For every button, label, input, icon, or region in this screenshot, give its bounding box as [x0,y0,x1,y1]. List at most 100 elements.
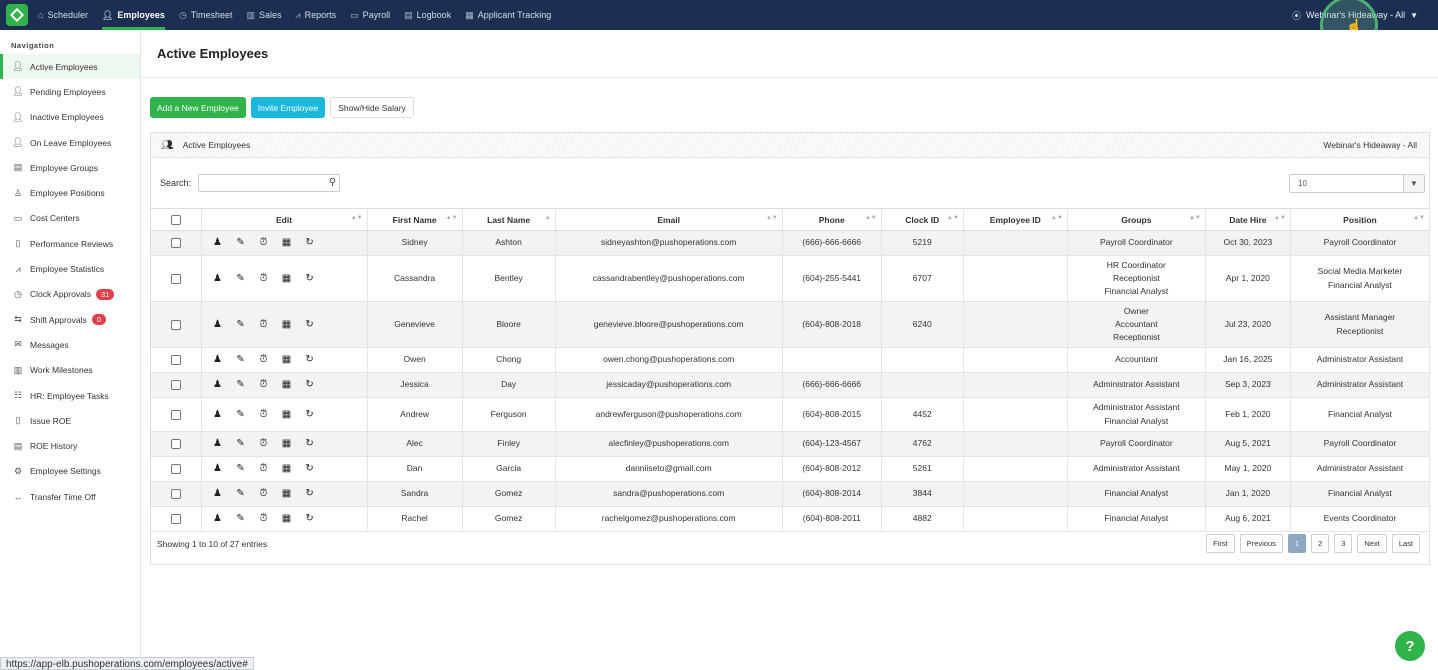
refresh-icon[interactable]: ↻ [303,462,317,475]
nav-sales[interactable]: ▥ Sales [246,0,281,30]
search-icon[interactable]: ⚲ [329,177,336,188]
row-checkbox[interactable] [170,464,181,475]
nav-scheduler[interactable]: ⌂ Scheduler [38,0,88,30]
nav-reports[interactable]: ⩘ Reports [296,0,337,30]
sidebar-item-cost-centers[interactable]: ▭ Cost Centers [0,206,140,231]
sidebar-item-messages[interactable]: ✉ Messages [0,332,140,357]
column-header-edit[interactable]: Edit ▲▼ [201,208,368,231]
row-checkbox[interactable] [170,439,181,450]
alarm-clock-icon[interactable]: ⏰︎ [257,408,271,421]
alarm-clock-icon[interactable]: ⏰︎ [257,236,271,249]
nav-applicant-tracking[interactable]: ▦ Applicant Tracking [465,0,551,30]
page-first-button[interactable]: First [1206,534,1235,553]
pencil-icon[interactable]: ✎ [234,408,248,421]
column-header-last-name[interactable]: Last Name ▲ [462,208,556,231]
calendar-icon[interactable]: ▦ [280,512,294,525]
employee-profile-icon[interactable]: ♟ [211,462,225,475]
sidebar-item-issue-roe[interactable]: ▯ Issue ROE [0,408,140,433]
select-all-checkbox[interactable] [170,214,181,225]
app-logo[interactable] [6,4,28,26]
sidebar-item-employee-groups[interactable]: ▤ Employee Groups [0,155,140,180]
sidebar-item-employee-statistics[interactable]: ⩘ Employee Statistics [0,256,140,281]
search-input[interactable]: ⚲ [198,174,341,192]
alarm-clock-icon[interactable]: ⏰︎ [257,318,271,331]
column-header-groups[interactable]: Groups ▲▼ [1067,208,1206,231]
employee-profile-icon[interactable]: ♟ [211,272,225,285]
page-size-select[interactable]: 10 ▼ [1289,174,1425,193]
employee-profile-icon[interactable]: ♟ [211,353,225,366]
pencil-icon[interactable]: ✎ [234,318,248,331]
alarm-clock-icon[interactable]: ⏰︎ [257,512,271,525]
calendar-icon[interactable]: ▦ [280,487,294,500]
refresh-icon[interactable]: ↻ [303,512,317,525]
sidebar-item-hr-employee-tasks[interactable]: ☷ HR: Employee Tasks [0,383,140,408]
column-header-first-name[interactable]: First Name ▲▼ [367,208,463,231]
alarm-clock-icon[interactable]: ⏰︎ [257,272,271,285]
sidebar-item-performance-reviews[interactable]: ▯ Performance Reviews [0,231,140,256]
alarm-clock-icon[interactable]: ⏰︎ [257,487,271,500]
column-header-phone[interactable]: Phone ▲▼ [782,208,882,231]
column-header-date-hire[interactable]: Date Hire ▲▼ [1205,208,1291,231]
sidebar-item-active-employees[interactable]: 👤︎ Active Employees [0,54,140,80]
employee-profile-icon[interactable]: ♟ [211,408,225,421]
pencil-icon[interactable]: ✎ [234,462,248,475]
refresh-icon[interactable]: ↻ [303,487,317,500]
row-checkbox[interactable] [170,514,181,525]
employee-profile-icon[interactable]: ♟ [211,318,225,331]
pencil-icon[interactable]: ✎ [234,236,248,249]
calendar-icon[interactable]: ▦ [280,462,294,475]
invite-employee-button[interactable]: Invite Employee [250,97,326,118]
add-employee-button[interactable]: Add a New Employee [150,97,246,118]
pencil-icon[interactable]: ✎ [234,437,248,450]
caret-down-icon[interactable]: ▼ [1403,175,1424,192]
pencil-icon[interactable]: ✎ [234,353,248,366]
row-checkbox[interactable] [170,319,181,330]
row-checkbox[interactable] [170,273,181,284]
nav-timesheet[interactable]: ◷ Timesheet [179,0,233,30]
pencil-icon[interactable]: ✎ [234,487,248,500]
column-header-employee-id[interactable]: Employee ID ▲▼ [963,208,1068,231]
refresh-icon[interactable]: ↻ [303,437,317,450]
page-next-button[interactable]: Next [1357,534,1387,553]
alarm-clock-icon[interactable]: ⏰︎ [257,353,271,366]
refresh-icon[interactable]: ↻ [303,378,317,391]
alarm-clock-icon[interactable]: ⏰︎ [257,462,271,475]
column-header-email[interactable]: Email ▲▼ [555,208,783,231]
page-1-button[interactable]: 1 [1287,534,1307,553]
employee-profile-icon[interactable]: ♟ [211,437,225,450]
page-3-button[interactable]: 3 [1334,534,1353,553]
nav-logbook[interactable]: ▤ Logbook [404,0,451,30]
employee-profile-icon[interactable]: ♟ [211,512,225,525]
row-checkbox[interactable] [170,238,181,249]
column-header-position[interactable]: Position ▲▼ [1290,208,1431,231]
calendar-icon[interactable]: ▦ [280,408,294,421]
sidebar-item-roe-history[interactable]: ▤ ROE History [0,433,140,458]
alarm-clock-icon[interactable]: ⏰︎ [257,378,271,391]
sidebar-item-employee-settings[interactable]: ⚙ Employee Settings [0,459,140,484]
calendar-icon[interactable]: ▦ [280,272,294,285]
page-previous-button[interactable]: Previous [1239,534,1283,553]
calendar-icon[interactable]: ▦ [280,437,294,450]
calendar-icon[interactable]: ▦ [280,318,294,331]
refresh-icon[interactable]: ↻ [303,236,317,249]
sidebar-item-employee-positions[interactable]: ♙ Employee Positions [0,180,140,205]
refresh-icon[interactable]: ↻ [303,272,317,285]
sidebar-item-inactive-employees[interactable]: 👤︎ Inactive Employees [0,105,140,130]
row-checkbox[interactable] [170,355,181,366]
toggle-salary-button[interactable]: Show/Hide Salary [330,97,414,118]
sidebar-item-on-leave-employees[interactable]: 👤︎ On Leave Employees [0,130,140,155]
sidebar-item-clock-approvals[interactable]: ◷ Clock Approvals 31 [0,282,140,307]
sidebar-item-shift-approvals[interactable]: ⇆ Shift Approvals 0 [0,307,140,332]
calendar-icon[interactable]: ▦ [280,353,294,366]
calendar-icon[interactable]: ▦ [280,236,294,249]
sidebar-item-pending-employees[interactable]: 👤︎ Pending Employees [0,79,140,104]
pencil-icon[interactable]: ✎ [234,272,248,285]
nav-employees[interactable]: 👤︎ Employees [101,0,165,30]
refresh-icon[interactable]: ↻ [303,353,317,366]
sidebar-item-transfer-time-off[interactable]: ↔ Transfer Time Off [0,484,140,509]
row-checkbox[interactable] [170,489,181,500]
calendar-icon[interactable]: ▦ [280,378,294,391]
alarm-clock-icon[interactable]: ⏰︎ [257,437,271,450]
sidebar-item-work-milestones[interactable]: ▥ Work Milestones [0,358,140,383]
help-button[interactable]: ? [1395,631,1425,661]
